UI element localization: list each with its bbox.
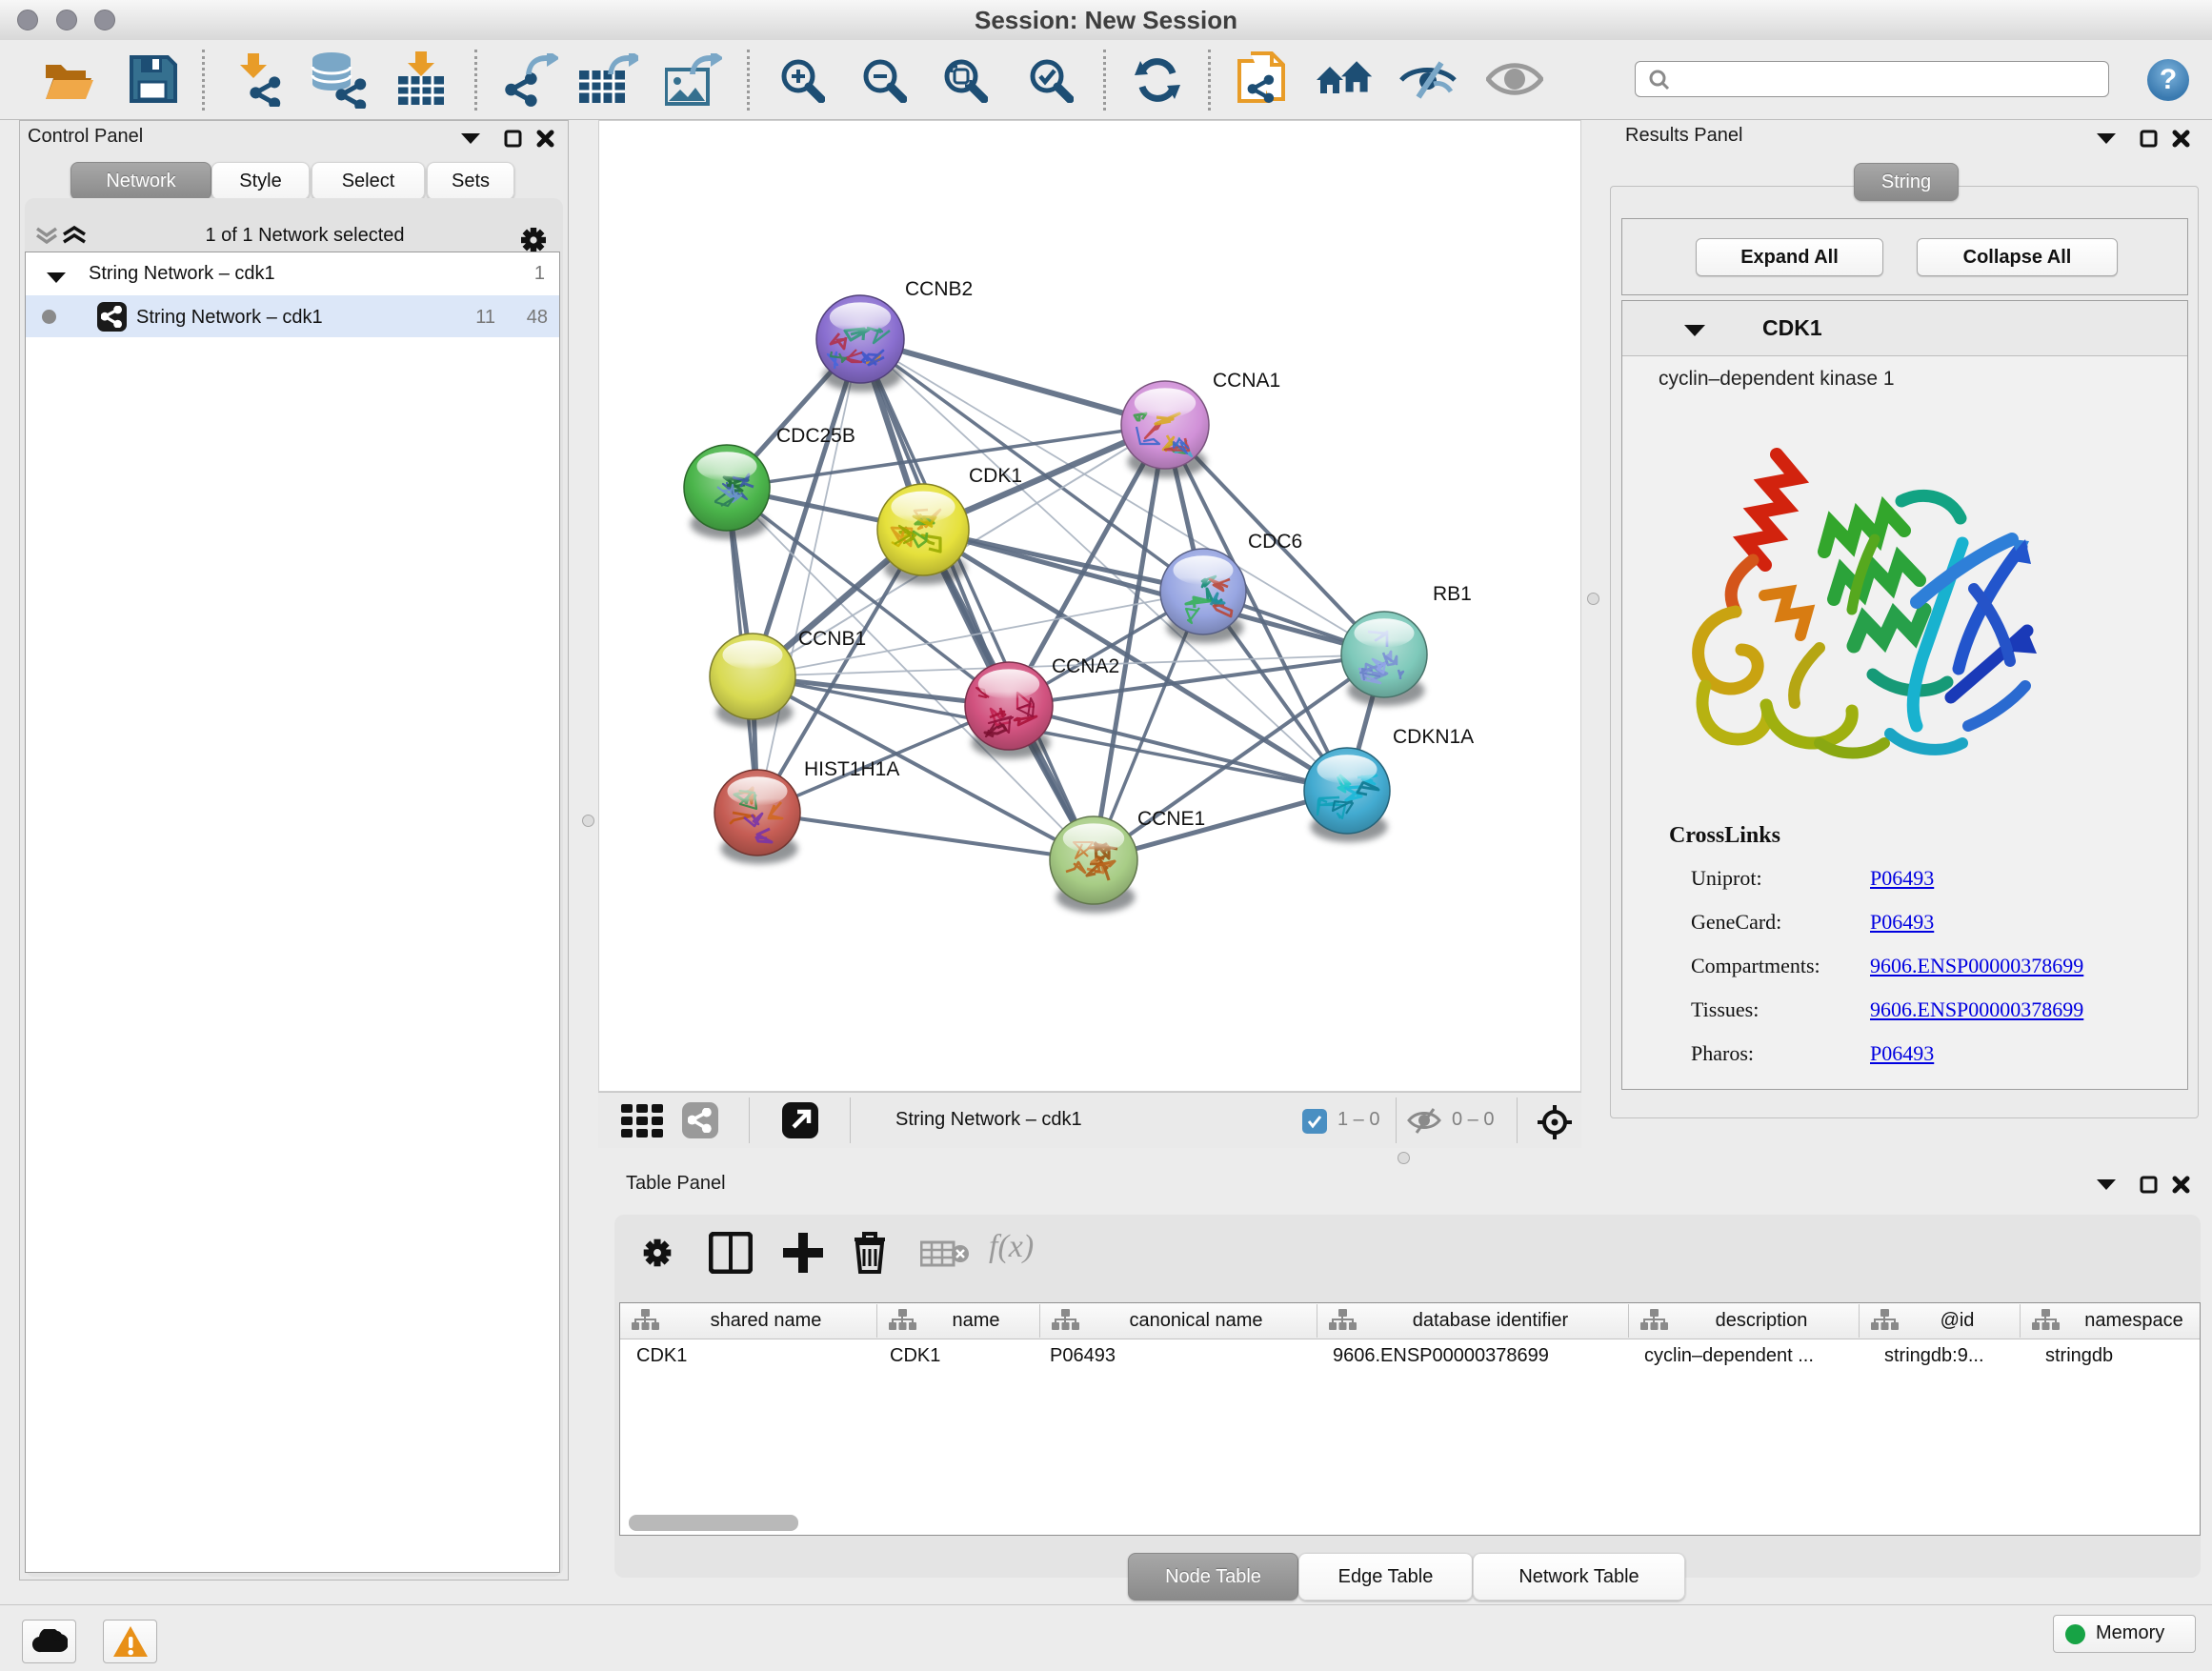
svg-text:CDKN1A: CDKN1A: [1393, 726, 1474, 748]
svg-text:CCNA1: CCNA1: [1213, 370, 1280, 392]
svg-text:CDK1: CDK1: [969, 465, 1022, 487]
svg-text:CCNE1: CCNE1: [1137, 808, 1205, 830]
svg-text:CCNB1: CCNB1: [798, 628, 866, 650]
svg-text:CCNB2: CCNB2: [905, 278, 973, 300]
svg-text:HIST1H1A: HIST1H1A: [804, 758, 899, 780]
svg-text:CDC25B: CDC25B: [776, 425, 855, 447]
svg-text:CCNA2: CCNA2: [1052, 655, 1119, 677]
svg-text:CDC6: CDC6: [1248, 531, 1302, 553]
svg-text:RB1: RB1: [1433, 583, 1472, 605]
